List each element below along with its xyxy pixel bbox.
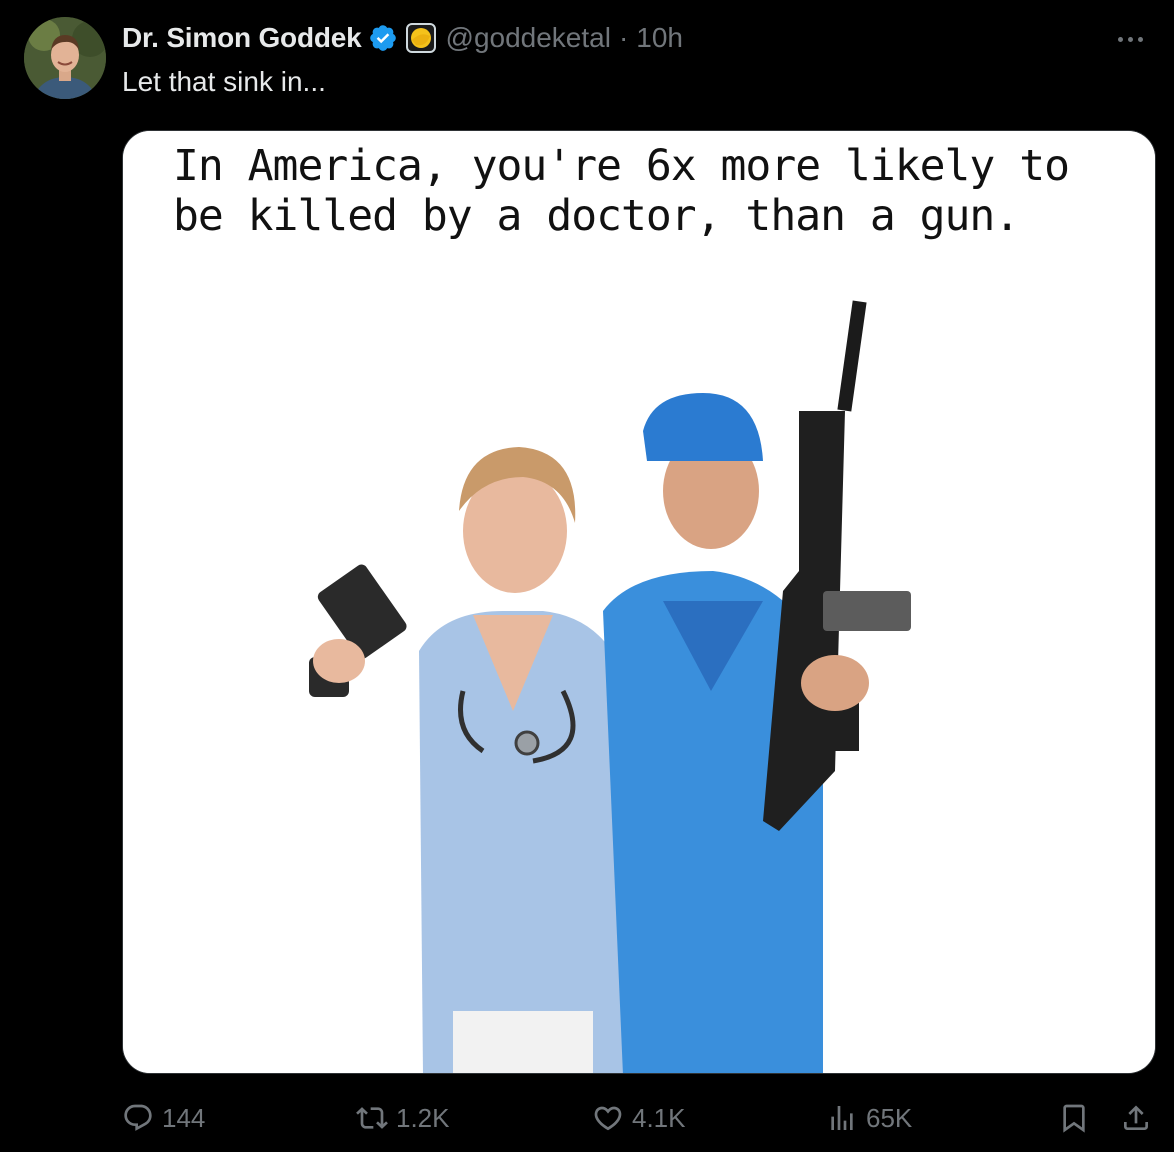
tweet-header: Dr. Simon Goddek @goddeketal · 10h	[122, 20, 683, 56]
tweet-media[interactable]: In America, you're 6x more likely to be …	[122, 130, 1156, 1074]
bookmark-button[interactable]	[1058, 1102, 1090, 1134]
share-icon	[1124, 1105, 1148, 1130]
affiliation-badge-icon[interactable]	[405, 23, 436, 53]
views-chart-icon	[831, 1106, 853, 1130]
bookmark-icon	[1063, 1104, 1085, 1133]
avatar[interactable]	[24, 17, 106, 99]
repost-count: 1.2K	[396, 1102, 450, 1133]
reply-button[interactable]: 144	[122, 1096, 205, 1140]
tweet-text: Let that sink in...	[122, 66, 326, 97]
tweet: Dr. Simon Goddek @goddeketal · 10h Let t…	[0, 0, 1174, 1152]
like-count: 4.1K	[632, 1102, 686, 1133]
views-button[interactable]: 65K	[826, 1096, 912, 1140]
reply-count: 144	[162, 1102, 206, 1133]
reply-icon	[124, 1104, 152, 1131]
views-count: 65K	[866, 1102, 913, 1133]
share-button[interactable]	[1120, 1102, 1152, 1134]
heart-icon	[594, 1106, 622, 1131]
avatar-image	[24, 17, 106, 99]
media-caption: In America, you're 6x more likely to be …	[173, 141, 1070, 241]
repost-button[interactable]: 1.2K	[356, 1096, 450, 1140]
separator-dot: ·	[618, 22, 629, 53]
verified-badge-icon[interactable]	[368, 23, 398, 53]
repost-icon	[356, 1107, 388, 1129]
more-options-icon[interactable]	[1108, 24, 1152, 54]
like-button[interactable]: 4.1K	[592, 1096, 686, 1140]
timestamp[interactable]: 10h	[636, 22, 683, 54]
handle[interactable]: @goddeketal	[446, 22, 611, 54]
display-name[interactable]: Dr. Simon Goddek	[122, 22, 362, 54]
media-illustration	[123, 131, 1155, 1073]
tweet-actions: 144 1.2K 4.1K 65K	[122, 1096, 1162, 1140]
